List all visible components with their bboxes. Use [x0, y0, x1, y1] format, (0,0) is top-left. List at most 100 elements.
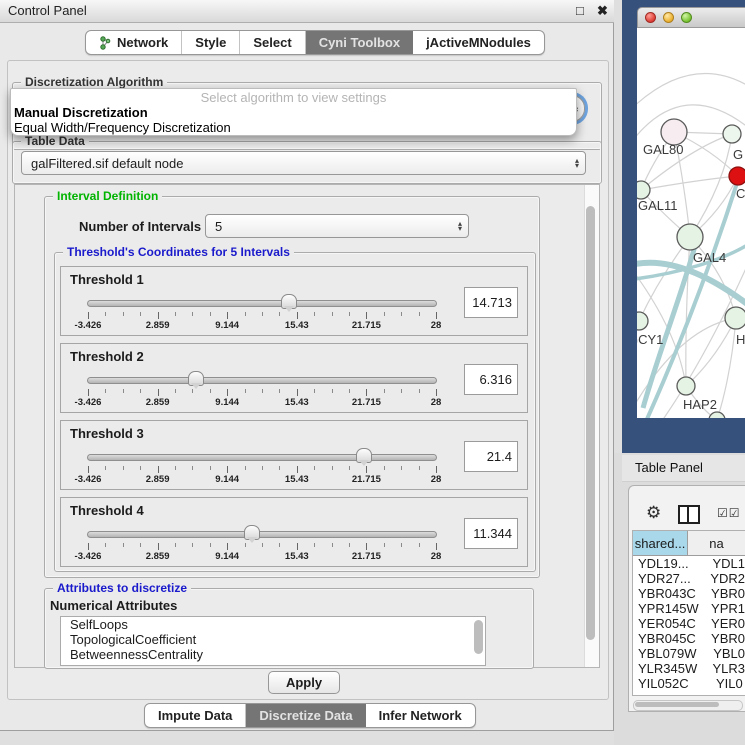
control-panel-titlebar[interactable]: Control Panel □ ✖	[0, 0, 614, 23]
table-row[interactable]: YPR145W YPR1	[633, 601, 745, 616]
column-header-shared-name[interactable]: shared...	[633, 531, 688, 555]
tab-cyni-toolbox-label: Cyni Toolbox	[319, 35, 400, 50]
tab-style-label: Style	[195, 35, 226, 50]
tab-network-label: Network	[117, 35, 168, 50]
table-header-row: shared... na	[633, 531, 745, 556]
threshold-3-slider-thumb[interactable]	[356, 448, 372, 463]
tab-discretize-data-label: Discretize Data	[259, 708, 352, 723]
list-item-betweennesscentrality[interactable]: BetweennessCentrality	[61, 647, 485, 662]
tab-select[interactable]: Select	[240, 31, 305, 54]
threshold-1-slider-thumb[interactable]	[281, 294, 297, 309]
node-attribute-table[interactable]: shared... na YDL19... YDL1 YDR27... YDR2…	[632, 530, 745, 696]
algorithm-dropdown-popup: Select algorithm to view settings Manual…	[10, 88, 577, 136]
threshold-2-slider-track[interactable]	[87, 377, 437, 384]
minimize-traffic-light-icon[interactable]	[663, 12, 674, 23]
close-traffic-light-icon[interactable]	[645, 12, 656, 23]
control-panel-window: Control Panel □ ✖ Network Style	[0, 0, 614, 731]
option-manual-discretization[interactable]: Manual Discretization	[14, 105, 148, 120]
node-g[interactable]	[723, 125, 741, 143]
combo-stepper-icon: ▴▾	[458, 221, 464, 231]
list-item-topologicalcoefficient[interactable]: TopologicalCoefficient	[61, 632, 485, 647]
node-h[interactable]	[725, 307, 745, 329]
table-horizontal-scrollbar-thumb[interactable]	[635, 702, 719, 707]
table-row[interactable]: YBR043C YBR0	[633, 586, 745, 601]
node-hap2[interactable]	[677, 377, 695, 395]
table-panel-titlebar[interactable]: Table Panel	[622, 455, 745, 482]
algorithm-hint: Select algorithm to view settings	[11, 90, 576, 105]
slider-ticks	[88, 465, 436, 474]
apply-button[interactable]: Apply	[268, 671, 340, 694]
table-data-combobox[interactable]: galFiltered.sif default node ▴▾	[21, 151, 586, 175]
table-horizontal-scrollbar[interactable]	[633, 700, 743, 711]
table-row[interactable]: YBR045C YBR0	[633, 631, 745, 646]
vertical-scrollbar-thumb[interactable]	[586, 206, 595, 640]
network-window-titlebar[interactable]	[637, 7, 745, 28]
table-panel-title: Table Panel	[635, 460, 703, 475]
number-of-intervals-label: Number of Intervals	[79, 219, 201, 234]
column-layout-icon[interactable]	[678, 505, 700, 524]
node-gal11[interactable]	[637, 181, 650, 199]
tab-impute-data-label: Impute Data	[158, 708, 232, 723]
network-view-canvas[interactable]: GAL80 G C GAL11 GAL4 GCY1 H HAP2	[637, 28, 745, 418]
float-window-icon[interactable]: □	[576, 3, 584, 18]
node-label-h: H	[736, 332, 745, 347]
threshold-4-slider-thumb[interactable]	[244, 525, 260, 540]
threshold-1-value-field[interactable]: 14.713	[464, 287, 518, 318]
numerical-attributes-list[interactable]: SelfLoops TopologicalCoefficient Between…	[60, 616, 486, 666]
toolbox-tabbar: Network Style Select Cyni Toolbox jActiv…	[85, 30, 545, 55]
table-row[interactable]: YLR345W YLR3	[633, 661, 745, 676]
list-scrollbar-thumb[interactable]	[474, 620, 483, 654]
tab-discretize-data[interactable]: Discretize Data	[246, 704, 365, 727]
table-row[interactable]: YDL19... YDL1	[633, 556, 745, 571]
threshold-1-panel: Threshold 1 -3.426 2.859 9.144 15.43 21.…	[60, 266, 528, 336]
number-of-intervals-value: 5	[215, 219, 458, 234]
select-columns-checkbox-icons[interactable]: ☑☑	[717, 506, 741, 520]
column-header-name[interactable]: na	[688, 531, 745, 555]
threshold-4-slider-track[interactable]	[87, 531, 437, 538]
node-gal4[interactable]	[677, 224, 703, 250]
node-gcy1[interactable]	[637, 312, 648, 330]
threshold-1-slider-track[interactable]	[87, 300, 437, 307]
tab-style[interactable]: Style	[182, 31, 240, 54]
tab-impute-data[interactable]: Impute Data	[145, 704, 246, 727]
table-data-selected: galFiltered.sif default node	[31, 156, 575, 171]
tab-network[interactable]: Network	[86, 31, 182, 54]
threshold-2-value-field[interactable]: 6.316	[464, 364, 518, 395]
threshold-3-slider-track[interactable]	[87, 454, 437, 461]
tab-jactivemnodules[interactable]: jActiveMNodules	[413, 31, 544, 54]
slider-ticks	[88, 388, 436, 397]
node-red-selected[interactable]	[729, 167, 745, 185]
threshold-4-value-field[interactable]: 11.344	[464, 518, 518, 549]
number-of-intervals-combobox[interactable]: 5 ▴▾	[205, 214, 469, 238]
numerical-attributes-label: Numerical Attributes	[50, 598, 177, 613]
close-window-icon[interactable]: ✖	[597, 3, 608, 19]
slider-ticks	[88, 542, 436, 551]
list-item-selfloops[interactable]: SelfLoops	[61, 617, 485, 632]
node-label-g: G	[733, 147, 743, 162]
option-equal-width-frequency[interactable]: Equal Width/Frequency Discretization	[14, 120, 231, 135]
tab-infer-network-label: Infer Network	[379, 708, 462, 723]
panel-title: Control Panel	[8, 3, 87, 18]
combo-stepper-icon: ▴▾	[575, 158, 581, 168]
tab-infer-network[interactable]: Infer Network	[366, 704, 475, 727]
threshold-2-slider-thumb[interactable]	[188, 371, 204, 386]
cyni-mode-tabbar: Impute Data Discretize Data Infer Networ…	[144, 703, 476, 728]
tab-cyni-toolbox[interactable]: Cyni Toolbox	[306, 31, 413, 54]
zoom-traffic-light-icon[interactable]	[681, 12, 692, 23]
table-row[interactable]: YDR27... YDR2	[633, 571, 745, 586]
interval-definition-title: Interval Definition	[53, 189, 162, 203]
node-label-hap2: HAP2	[683, 397, 717, 412]
threshold-3-value-field[interactable]: 21.4	[464, 441, 518, 472]
gear-icon[interactable]: ⚙	[646, 503, 661, 523]
table-row[interactable]: YBL079W YBL0	[633, 646, 745, 661]
threshold-2-panel: Threshold 2 -3.426 2.859 9.144 15.43 21.…	[60, 343, 528, 413]
table-row[interactable]: YIL052C YIL0	[633, 676, 745, 691]
slider-tick-labels: -3.426 2.859 9.144 15.43 21.715 28	[88, 397, 436, 409]
table-panel: ⚙ ☑☑ shared... na YDL19... YDL1 YDR27...…	[628, 485, 745, 712]
node-label-gal4: GAL4	[693, 250, 726, 265]
node-partial-bottom[interactable]	[709, 412, 725, 418]
threshold-1-label: Threshold 1	[70, 272, 144, 287]
table-row[interactable]: YER054C YER0	[633, 616, 745, 631]
threshold-4-panel: Threshold 4 -3.426 2.859 9.144 15.43 21.…	[60, 497, 528, 567]
screen: Control Panel □ ✖ Network Style	[0, 0, 745, 745]
